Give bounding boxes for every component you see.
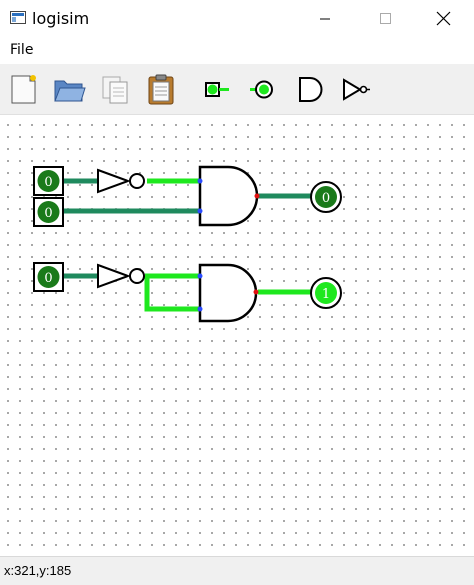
and-gate[interactable] bbox=[197, 263, 259, 323]
toolbar bbox=[0, 64, 474, 115]
minimize-icon[interactable] bbox=[302, 0, 348, 38]
input-pin-value: 0 bbox=[44, 175, 52, 190]
not-gate[interactable] bbox=[97, 168, 145, 194]
output-pin-tool-icon[interactable] bbox=[246, 72, 280, 106]
status-bar: x:321,y:185 bbox=[0, 556, 474, 585]
output-pin-value: 1 bbox=[322, 287, 330, 302]
copy-icon[interactable] bbox=[98, 72, 132, 106]
input-pin[interactable]: 0 bbox=[33, 197, 64, 227]
input-pin[interactable]: 0 bbox=[33, 166, 64, 196]
title-bar: logisim bbox=[0, 0, 474, 38]
input-pin[interactable]: 0 bbox=[33, 262, 64, 292]
and-gate[interactable] bbox=[197, 165, 260, 227]
circuit-diagram: 0 0 0 0 1 bbox=[33, 165, 342, 323]
input-pin-tool-icon[interactable] bbox=[200, 72, 234, 106]
output-pin-value: 0 bbox=[322, 191, 330, 206]
open-folder-icon[interactable] bbox=[52, 72, 86, 106]
input-pin-value: 0 bbox=[44, 206, 52, 221]
window-title: logisim bbox=[32, 9, 90, 28]
menu-bar: File bbox=[0, 38, 474, 65]
maximize-icon[interactable] bbox=[362, 0, 408, 38]
output-pin[interactable]: 0 bbox=[310, 181, 342, 213]
not-gate[interactable] bbox=[97, 263, 145, 289]
paste-clipboard-icon[interactable] bbox=[144, 72, 178, 106]
not-gate-tool-icon[interactable] bbox=[338, 72, 372, 106]
menu-file[interactable]: File bbox=[10, 42, 33, 58]
wire-high[interactable] bbox=[144, 276, 200, 312]
output-pin[interactable]: 1 bbox=[310, 277, 342, 309]
new-icon[interactable] bbox=[6, 72, 40, 106]
cursor-coordinates: x:321,y:185 bbox=[4, 563, 72, 578]
close-icon[interactable] bbox=[420, 0, 466, 38]
and-gate-tool-icon[interactable] bbox=[294, 72, 328, 106]
input-pin-value: 0 bbox=[44, 271, 52, 286]
app-icon bbox=[10, 11, 26, 24]
